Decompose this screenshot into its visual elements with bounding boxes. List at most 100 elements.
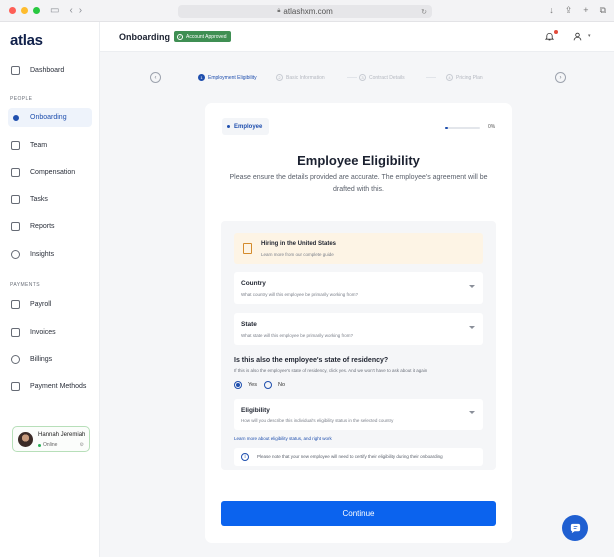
hiring-guide-banner[interactable]: Hiring in the United States Learn more f…	[234, 233, 483, 264]
user-status: Online	[38, 442, 57, 448]
radio-label: No	[278, 382, 286, 388]
sidebar-item-label: Billings	[30, 356, 53, 363]
sidebar-item-reports[interactable]: Reports	[8, 217, 92, 236]
card-title: Employee Eligibility	[297, 153, 420, 168]
role-label: Employee	[234, 123, 263, 130]
info-icon: i	[241, 453, 249, 461]
report-icon	[11, 222, 20, 231]
radio-selected-icon	[234, 381, 242, 389]
radio-no[interactable]: No	[264, 381, 285, 389]
insights-icon	[11, 250, 20, 259]
field-hint: What country will this employee be prima…	[241, 292, 359, 297]
sidebar-item-payroll[interactable]: Payroll	[8, 295, 92, 314]
role-pill: Employee	[222, 118, 270, 135]
step-label: Employment Eligibility	[208, 74, 257, 81]
reload-icon[interactable]: ↻	[421, 8, 427, 16]
close-window-button[interactable]	[9, 7, 16, 14]
banner-subtitle: Learn more from our complete guide	[261, 252, 334, 257]
sidebar-item-invoices[interactable]: Invoices	[8, 323, 92, 342]
chevron-down-icon	[469, 285, 475, 288]
step-label: Pricing Plan	[456, 74, 483, 81]
settings-icon[interactable]: ⚙	[80, 442, 84, 448]
eligibility-select[interactable]: Eligibility How will you describe this i…	[234, 399, 483, 430]
sidebar-item-label: Invoices	[30, 329, 56, 336]
download-icon[interactable]: ↓	[549, 5, 554, 16]
atlas-logo[interactable]: atlas	[10, 32, 43, 49]
onboarding-stepper: ‹ 1 Employment Eligibility 2 Basic Infor…	[100, 52, 614, 100]
chat-icon	[570, 523, 580, 533]
notification-dot-icon	[554, 30, 558, 34]
avatar	[18, 432, 33, 447]
bell-icon[interactable]	[545, 32, 554, 41]
step-basic-information[interactable]: 2 Basic Information	[276, 74, 325, 81]
field-label: Eligibility	[241, 407, 270, 414]
banner-title: Hiring in the United States	[261, 241, 337, 247]
continue-button[interactable]: Continue	[221, 501, 496, 526]
user-name: Hannah Jeremiah	[38, 432, 86, 438]
step-pricing-plan[interactable]: 4 Pricing Plan	[446, 74, 483, 81]
field-hint: How will you describe this individual's …	[241, 418, 394, 423]
sidebar-item-label: Compensation	[30, 169, 76, 176]
sidebar-item-label: Payment Methods	[30, 383, 87, 390]
sidebar-item-dashboard[interactable]: Dashboard	[8, 61, 92, 80]
sidebar-item-onboarding[interactable]: Onboarding	[8, 108, 92, 127]
eligibility-form: Hiring in the United States Learn more f…	[221, 221, 496, 470]
person-icon	[13, 114, 19, 121]
sidebar-item-label: Insights	[30, 251, 55, 258]
user-icon[interactable]	[573, 32, 582, 41]
state-select[interactable]: State What state will this employee be p…	[234, 313, 483, 345]
maximize-window-button[interactable]	[33, 7, 40, 14]
lock-icon: 🔒︎	[277, 8, 281, 14]
stepper-prev-button[interactable]: ‹	[150, 72, 161, 83]
window-controls	[9, 7, 40, 14]
country-select[interactable]: Country What country will this employee …	[234, 272, 483, 304]
sidebar-item-label: Tasks	[30, 196, 48, 203]
step-contract-details[interactable]: 3 Contract Details	[359, 74, 405, 81]
chevron-down-icon	[469, 411, 475, 414]
step-number: 1	[198, 74, 205, 81]
step-employment-eligibility[interactable]: 1 Employment Eligibility	[198, 74, 257, 81]
document-icon	[11, 168, 20, 177]
browser-toolbar: ▭ ‹ › 🔒︎ atlashxm.com ↻ ↓ ⇪ + ⧉	[0, 0, 614, 22]
card-subtitle: Please ensure the details provided are a…	[229, 174, 488, 193]
tabs-overview-icon[interactable]: ⧉	[600, 5, 606, 16]
browser-actions: ↓ ⇪ + ⧉	[549, 5, 606, 16]
chevron-down-icon[interactable]: ▾	[588, 33, 591, 39]
user-card[interactable]: Hannah Jeremiah Online ⚙	[12, 426, 90, 452]
step-label: Contract Details	[369, 74, 405, 81]
radio-label: Yes	[248, 382, 257, 388]
certification-note: i Please note that your new employee wil…	[234, 448, 483, 466]
online-dot-icon	[38, 443, 41, 447]
sidebar-item-tasks[interactable]: Tasks	[8, 190, 92, 209]
new-tab-icon[interactable]: +	[583, 5, 588, 16]
card-icon	[11, 382, 20, 391]
sidebar-item-billings[interactable]: Billings	[8, 350, 92, 369]
sidebar-item-label: Dashboard	[30, 67, 65, 74]
radio-yes[interactable]: Yes	[234, 381, 257, 389]
document-icon	[243, 243, 252, 254]
chat-button[interactable]	[562, 515, 588, 541]
radio-unselected-icon	[264, 381, 272, 389]
top-header: Onboarding ✓ Account Approved ▾	[100, 22, 614, 52]
checklist-icon	[11, 195, 20, 204]
progress-bar	[445, 127, 480, 129]
minimize-window-button[interactable]	[21, 7, 28, 14]
stepper-next-button[interactable]: ›	[555, 72, 566, 83]
share-icon[interactable]: ⇪	[565, 5, 573, 16]
sidebar-item-payment-methods[interactable]: Payment Methods	[8, 377, 92, 396]
coins-icon	[11, 355, 20, 364]
back-icon[interactable]: ‹	[69, 5, 72, 16]
forward-icon[interactable]: ›	[79, 5, 82, 16]
step-connector	[347, 77, 357, 78]
sidebar-item-team[interactable]: Team	[8, 136, 92, 155]
sidebar-item-insights[interactable]: Insights	[8, 245, 92, 264]
address-bar[interactable]: 🔒︎ atlashxm.com ↻	[178, 5, 432, 18]
eligibility-info-link[interactable]: Learn more about eligibility status, and…	[234, 436, 332, 441]
status-badge: ✓ Account Approved	[174, 31, 231, 42]
field-label: Country	[241, 280, 266, 287]
sidebar: atlas Dashboard PEOPLE Onboarding Team C…	[0, 22, 100, 557]
step-number: 2	[276, 74, 283, 81]
sidebar-toggle-icon[interactable]: ▭	[50, 5, 59, 16]
sidebar-item-compensation[interactable]: Compensation	[8, 163, 92, 182]
invoice-icon	[11, 328, 20, 337]
